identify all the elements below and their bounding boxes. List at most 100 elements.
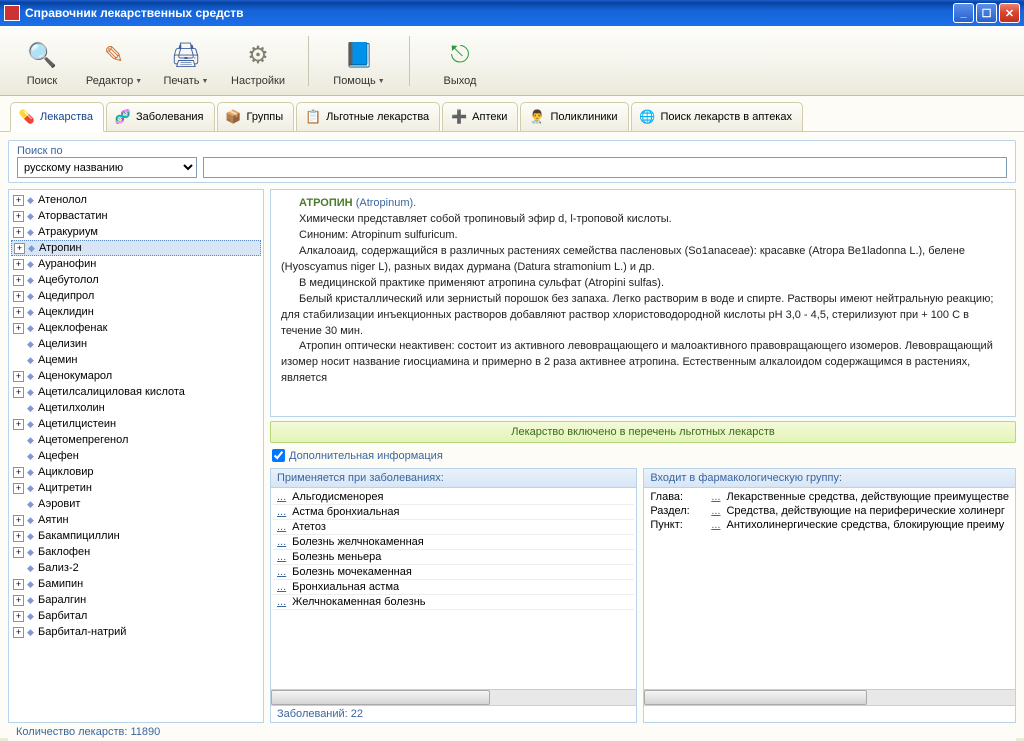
tab-pharmacies[interactable]: ➕Аптеки <box>442 102 518 131</box>
expand-icon[interactable]: + <box>13 323 24 334</box>
tree-label: Баклофен <box>38 546 90 558</box>
tree-item[interactable]: ◆Ацетомепрегенол <box>11 432 261 448</box>
separator <box>308 36 309 86</box>
expand-icon[interactable]: + <box>13 531 24 542</box>
tab-diseases[interactable]: 🧬Заболевания <box>106 102 215 131</box>
disease-row[interactable]: ...Бронхиальная астма <box>273 580 634 595</box>
expand-icon[interactable]: + <box>14 243 25 254</box>
tree-item[interactable]: +◆Барбитал <box>11 608 261 624</box>
h-scrollbar[interactable] <box>271 689 636 705</box>
print-button[interactable]: 🖨 Печать▼ <box>156 34 216 90</box>
tree-item[interactable]: +◆Ацикловир <box>11 464 261 480</box>
search-mode-select[interactable]: русскому названию <box>17 157 197 178</box>
details-link[interactable]: ... <box>711 505 720 517</box>
expand-icon[interactable]: + <box>13 611 24 622</box>
description-box[interactable]: АТРОПИН (Atropinum). Химически представл… <box>270 189 1016 417</box>
tree-item[interactable]: ◆Ацелизин <box>11 336 261 352</box>
tree-item[interactable]: +◆Ацеклидин <box>11 304 261 320</box>
expand-icon[interactable]: + <box>13 627 24 638</box>
tree-item[interactable]: +◆Аценокумарол <box>11 368 261 384</box>
expand-icon[interactable]: + <box>13 595 24 606</box>
search-button[interactable]: 🔍 Поиск <box>12 34 72 90</box>
gear-icon: ⚙ <box>240 37 276 73</box>
expand-icon[interactable]: + <box>13 227 24 238</box>
tab-drugs[interactable]: 💊Лекарства <box>10 102 104 132</box>
details-link[interactable]: ... <box>711 491 720 503</box>
details-link[interactable]: ... <box>277 536 286 548</box>
details-link[interactable]: ... <box>711 519 720 531</box>
pharm-row: Пункт:...Антихолинергические средства, б… <box>646 518 1013 532</box>
tree-item[interactable]: +◆Барбитал-натрий <box>11 624 261 640</box>
tree-item[interactable]: ◆Бализ-2 <box>11 560 261 576</box>
tree-item[interactable]: +◆Ацетилсалициловая кислота <box>11 384 261 400</box>
expand-icon[interactable]: + <box>13 419 24 430</box>
details-link[interactable]: ... <box>277 491 286 503</box>
expand-icon[interactable]: + <box>13 579 24 590</box>
close-button[interactable]: ✕ <box>999 3 1020 23</box>
disease-row[interactable]: ...Болезнь желчнокаменная <box>273 535 634 550</box>
additional-info-checkbox[interactable] <box>272 449 285 462</box>
details-link[interactable]: ... <box>277 521 286 533</box>
tree-item[interactable]: +◆Бакампициллин <box>11 528 261 544</box>
tree-item[interactable]: ◆Ацетилхолин <box>11 400 261 416</box>
settings-button[interactable]: ⚙ Настройки <box>228 34 288 90</box>
tab-search-pharmacies[interactable]: 🌐Поиск лекарств в аптеках <box>631 102 803 131</box>
tree-item[interactable]: +◆Ацеклофенак <box>11 320 261 336</box>
tab-groups[interactable]: 📦Группы <box>217 102 295 131</box>
disease-row[interactable]: ...Астма бронхиальная <box>273 505 634 520</box>
tree-item[interactable]: +◆Атропин <box>11 240 261 256</box>
disease-row[interactable]: ...Болезнь мочекаменная <box>273 565 634 580</box>
tree-label: Ацебутолол <box>38 274 99 286</box>
disease-row[interactable]: ...Желчнокаменная болезнь <box>273 595 634 610</box>
details-link[interactable]: ... <box>277 551 286 563</box>
expand-icon[interactable]: + <box>13 259 24 270</box>
tree-item[interactable]: +◆Ацетилцистеин <box>11 416 261 432</box>
tree-item[interactable]: +◆Баклофен <box>11 544 261 560</box>
details-link[interactable]: ... <box>277 566 286 578</box>
tree-item[interactable]: +◆Баралгин <box>11 592 261 608</box>
expand-icon[interactable]: + <box>13 547 24 558</box>
search-input[interactable] <box>203 157 1007 178</box>
exit-button[interactable]: ⎋ Выход <box>430 34 490 90</box>
tree-item[interactable]: ◆Ацемин <box>11 352 261 368</box>
disease-row[interactable]: ...Болезнь меньера <box>273 550 634 565</box>
tree-item[interactable]: +◆Аторвастатин <box>11 208 261 224</box>
expand-icon[interactable]: + <box>13 387 24 398</box>
tree-item[interactable]: ◆Ацефен <box>11 448 261 464</box>
expand-icon[interactable]: + <box>13 483 24 494</box>
expand-icon[interactable]: + <box>13 371 24 382</box>
tab-clinics[interactable]: 👨‍⚕️Поликлиники <box>520 102 628 131</box>
app-icon <box>4 5 20 21</box>
tree-item[interactable]: +◆Атракуриум <box>11 224 261 240</box>
expand-icon[interactable]: + <box>13 467 24 478</box>
tree-item[interactable]: +◆Ацедипрол <box>11 288 261 304</box>
tree-item[interactable]: +◆Аятин <box>11 512 261 528</box>
diseases-list[interactable]: ...Альгодисменорея...Астма бронхиальная.… <box>271 488 636 689</box>
expand-icon[interactable]: + <box>13 211 24 222</box>
expand-icon[interactable]: + <box>13 307 24 318</box>
expand-icon[interactable]: + <box>13 515 24 526</box>
maximize-button[interactable]: ☐ <box>976 3 997 23</box>
help-button[interactable]: 📘 Помощь▼ <box>329 34 389 90</box>
editor-button[interactable]: ✎ Редактор▼ <box>84 34 144 90</box>
expand-icon[interactable]: + <box>13 291 24 302</box>
tree-item[interactable]: +◆Атенолол <box>11 192 261 208</box>
tree-item[interactable]: +◆Ацитретин <box>11 480 261 496</box>
disease-row[interactable]: ...Атетоз <box>273 520 634 535</box>
tree-item[interactable]: +◆Ауранофин <box>11 256 261 272</box>
tab-benefit[interactable]: 📋Льготные лекарства <box>296 102 440 131</box>
tree-item[interactable]: +◆Бамипин <box>11 576 261 592</box>
expand-icon[interactable]: + <box>13 195 24 206</box>
minimize-button[interactable]: _ <box>953 3 974 23</box>
details-link[interactable]: ... <box>277 596 286 608</box>
drug-tree[interactable]: +◆Атенолол+◆Аторвастатин+◆Атракуриум+◆Ат… <box>8 189 264 723</box>
h-scrollbar[interactable] <box>644 689 1015 705</box>
tree-item[interactable]: +◆Ацебутолол <box>11 272 261 288</box>
search-panel: Поиск по русскому названию <box>8 140 1016 183</box>
disease-row[interactable]: ...Альгодисменорея <box>273 490 634 505</box>
tree-item[interactable]: ◆Аэровит <box>11 496 261 512</box>
main-toolbar: 🔍 Поиск ✎ Редактор▼ 🖨 Печать▼ ⚙ Настройк… <box>0 26 1024 96</box>
expand-icon[interactable]: + <box>13 275 24 286</box>
details-link[interactable]: ... <box>277 581 286 593</box>
details-link[interactable]: ... <box>277 506 286 518</box>
